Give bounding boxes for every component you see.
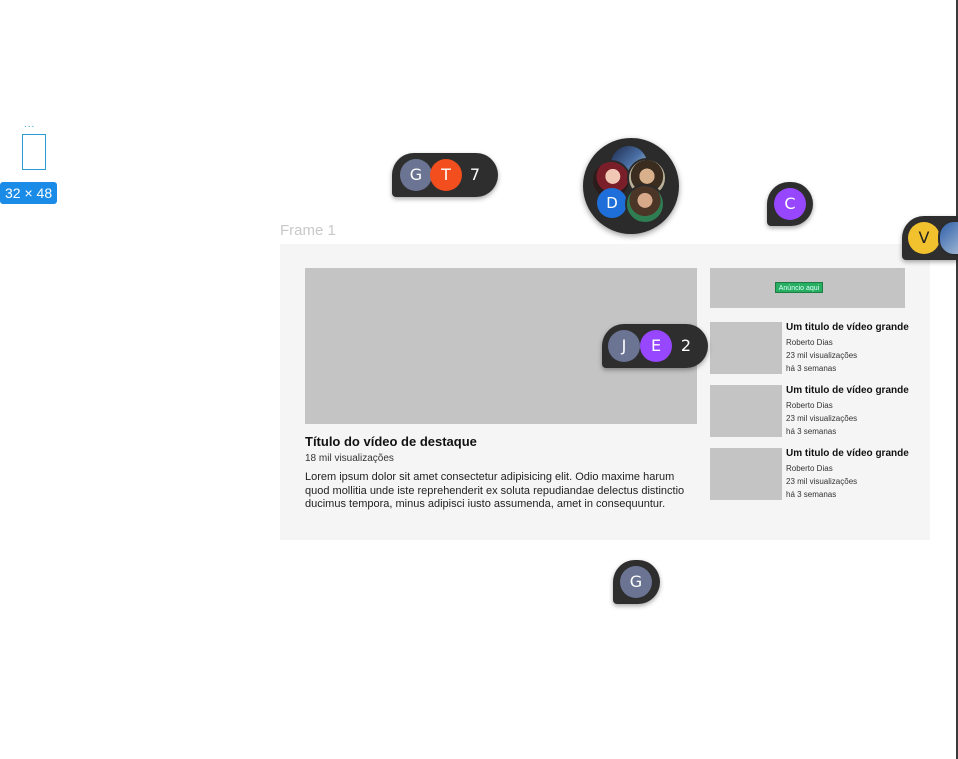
ad-tag: Anúncio aqui: [775, 282, 823, 293]
featured-video-views: 18 mil visualizações: [305, 453, 394, 464]
side-video-channel: Roberto Dias: [786, 401, 833, 410]
collaborator-avatar[interactable]: E: [640, 330, 672, 362]
side-video-thumbnail[interactable]: [710, 385, 782, 437]
collaborator-count: 2: [680, 336, 692, 355]
collaborator-cursor[interactable]: G: [613, 560, 660, 604]
featured-video-title[interactable]: Título do vídeo de destaque: [305, 434, 477, 449]
collaborator-avatar[interactable]: J: [608, 330, 640, 362]
collaborator-avatar[interactable]: G: [620, 566, 652, 598]
selection-size-badge: 32 × 48: [0, 182, 58, 204]
selection-handle-dots[interactable]: ...: [24, 120, 35, 130]
collaborator-avatar[interactable]: V: [908, 222, 940, 254]
collaborator-count: 7: [469, 165, 481, 184]
side-video-item[interactable]: Um titulo de vídeo grande Roberto Dias 2…: [710, 322, 920, 374]
collaborator-avatar[interactable]: G: [400, 159, 432, 191]
sidebar-ad-banner[interactable]: Anúncio aqui: [710, 268, 905, 308]
collaborator-cluster-cursor[interactable]: D: [583, 138, 679, 234]
collaborator-group-cursor[interactable]: V: [902, 216, 958, 260]
collaborator-photo-avatar[interactable]: [625, 184, 665, 224]
side-video-age: há 3 semanas: [786, 364, 837, 373]
frame-label[interactable]: Frame 1: [280, 222, 336, 239]
collaborator-photo-avatar[interactable]: [938, 220, 958, 256]
collaborator-avatar[interactable]: C: [774, 188, 806, 220]
side-video-age: há 3 semanas: [786, 427, 837, 436]
collaborator-cursor[interactable]: C: [767, 182, 813, 226]
side-video-channel: Roberto Dias: [786, 338, 833, 347]
selected-element-outline[interactable]: [22, 134, 46, 170]
side-video-title[interactable]: Um titulo de vídeo grande: [786, 322, 909, 333]
side-video-views: 23 mil visualizações: [786, 414, 858, 423]
side-video-channel: Roberto Dias: [786, 464, 833, 473]
collaborator-avatar[interactable]: T: [430, 159, 462, 191]
side-video-thumbnail[interactable]: [710, 322, 782, 374]
side-video-item[interactable]: Um titulo de vídeo grande Roberto Dias 2…: [710, 385, 920, 437]
featured-video-description: Lorem ipsum dolor sit amet consectetur a…: [305, 471, 685, 510]
side-video-views: 23 mil visualizações: [786, 477, 858, 486]
side-video-views: 23 mil visualizações: [786, 351, 858, 360]
collaborator-group-cursor[interactable]: J E 2: [602, 324, 708, 368]
side-video-thumbnail[interactable]: [710, 448, 782, 500]
collaborator-avatar[interactable]: D: [597, 188, 627, 218]
side-video-title[interactable]: Um titulo de vídeo grande: [786, 385, 909, 396]
collaborator-group-cursor[interactable]: G T 7: [392, 153, 498, 197]
side-video-age: há 3 semanas: [786, 490, 837, 499]
design-frame[interactable]: Título do vídeo de destaque 18 mil visua…: [280, 244, 930, 540]
side-video-item[interactable]: Um titulo de vídeo grande Roberto Dias 2…: [710, 448, 920, 500]
side-video-title[interactable]: Um titulo de vídeo grande: [786, 448, 909, 459]
